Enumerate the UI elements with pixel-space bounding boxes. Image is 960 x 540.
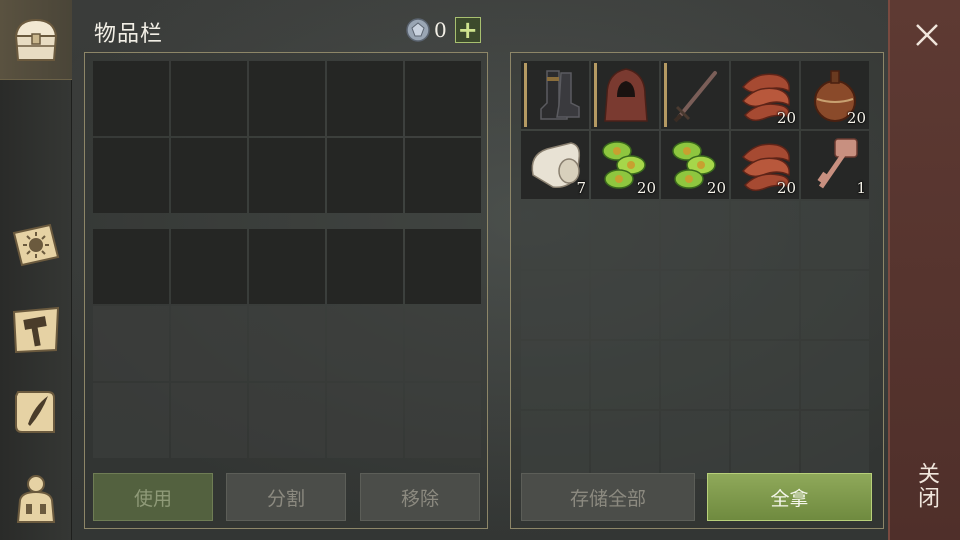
item-slot-boots[interactable] [521, 61, 589, 129]
currency-display: 0 + [406, 16, 481, 44]
empty-slot[interactable] [521, 341, 589, 409]
backpack-slot[interactable] [249, 383, 325, 458]
item-slot-hood[interactable] [591, 61, 659, 129]
item-quantity: 20 [776, 109, 796, 127]
boots-icon [540, 70, 580, 120]
empty-slot[interactable] [731, 201, 799, 269]
equip-slot[interactable] [171, 138, 247, 213]
empty-slot[interactable] [731, 411, 799, 479]
empty-slot[interactable] [661, 271, 729, 339]
item-quantity: 7 [576, 179, 586, 197]
gem-icon [406, 18, 430, 42]
item-slot-sword[interactable] [661, 61, 729, 129]
close-label[interactable]: 关闭 [912, 462, 942, 510]
empty-slot[interactable] [591, 201, 659, 269]
equipment-grid [93, 61, 481, 213]
empty-slot[interactable] [591, 341, 659, 409]
item-quantity: 20 [776, 179, 796, 197]
empty-slot[interactable] [591, 271, 659, 339]
item-slot-flask[interactable]: 20 [801, 61, 869, 129]
sun-book-icon [12, 223, 60, 267]
backpack-slot[interactable] [93, 306, 169, 381]
empty-slot[interactable] [801, 201, 869, 269]
container-panel: 20 20 7 20 20 20 1 [510, 52, 884, 529]
empty-slot[interactable] [801, 411, 869, 479]
backpack-slot[interactable] [405, 383, 481, 458]
empty-slot[interactable] [661, 341, 729, 409]
sidebar-tab-skills[interactable] [0, 205, 72, 285]
hood-icon [604, 68, 648, 122]
backpack-slot[interactable] [327, 306, 403, 381]
equip-slot[interactable] [405, 138, 481, 213]
empty-slot[interactable] [801, 341, 869, 409]
backpack-slot[interactable] [93, 383, 169, 458]
item-slot-key[interactable]: 1 [801, 131, 869, 199]
backpack-slot[interactable] [171, 306, 247, 381]
backpack-slot[interactable] [171, 229, 247, 304]
equip-slot[interactable] [327, 138, 403, 213]
backpack-slot[interactable] [171, 383, 247, 458]
take-all-button[interactable]: 全拿 [707, 473, 872, 521]
backpack-slot[interactable] [327, 229, 403, 304]
backpack-slot[interactable] [405, 306, 481, 381]
backpack-slot[interactable] [405, 229, 481, 304]
store-all-button[interactable]: 存储全部 [521, 473, 695, 521]
empty-slot[interactable] [521, 271, 589, 339]
remove-button[interactable]: 移除 [360, 473, 480, 521]
add-currency-button[interactable]: + [454, 17, 481, 43]
chest-icon [14, 18, 58, 61]
equip-slot[interactable] [93, 61, 169, 136]
item-quantity: 20 [706, 179, 726, 197]
quill-scroll-icon [15, 391, 55, 433]
empty-slot[interactable] [731, 341, 799, 409]
sidebar-tab-character[interactable] [0, 458, 72, 538]
character-icon [16, 475, 56, 523]
hammer-map-icon [12, 306, 60, 354]
item-slot-bandage[interactable]: 7 [521, 131, 589, 199]
empty-slot[interactable] [661, 201, 729, 269]
empty-slot[interactable] [591, 411, 659, 479]
equip-slot[interactable] [405, 61, 481, 136]
empty-slot[interactable] [801, 271, 869, 339]
sidebar-tab-crafting[interactable] [0, 290, 72, 370]
item-quantity: 1 [856, 179, 866, 197]
close-panel[interactable]: 关闭 [888, 0, 960, 540]
backpack-slot[interactable] [327, 383, 403, 458]
empty-slot[interactable] [661, 411, 729, 479]
sidebar-tab-journal[interactable] [0, 372, 72, 452]
backpack-slot[interactable] [249, 306, 325, 381]
use-button[interactable]: 使用 [93, 473, 213, 521]
empty-slot[interactable] [521, 201, 589, 269]
split-button[interactable]: 分割 [226, 473, 346, 521]
page-title: 物品栏 [94, 22, 164, 47]
empty-slot[interactable] [731, 271, 799, 339]
container-grid: 20 20 7 20 20 20 1 [521, 61, 869, 479]
item-quantity: 20 [846, 109, 866, 127]
backpack-slot[interactable] [249, 229, 325, 304]
backpack-grid [93, 229, 481, 458]
item-quantity: 20 [636, 179, 656, 197]
close-icon[interactable] [912, 20, 942, 50]
equip-slot[interactable] [249, 61, 325, 136]
sword-icon [673, 71, 717, 123]
equip-slot[interactable] [327, 61, 403, 136]
equip-slot[interactable] [171, 61, 247, 136]
currency-value: 0 [434, 18, 447, 42]
empty-slot[interactable] [521, 411, 589, 479]
item-slot-bacon[interactable]: 20 [731, 131, 799, 199]
item-slot-cucumber-slices[interactable]: 20 [661, 131, 729, 199]
equip-slot[interactable] [249, 138, 325, 213]
sidebar [0, 0, 72, 540]
backpack-slot[interactable] [93, 229, 169, 304]
player-panel [84, 52, 488, 529]
equip-slot[interactable] [93, 138, 169, 213]
sidebar-tab-inventory[interactable] [0, 0, 72, 80]
item-slot-cucumber-slices[interactable]: 20 [591, 131, 659, 199]
item-slot-bacon[interactable]: 20 [731, 61, 799, 129]
